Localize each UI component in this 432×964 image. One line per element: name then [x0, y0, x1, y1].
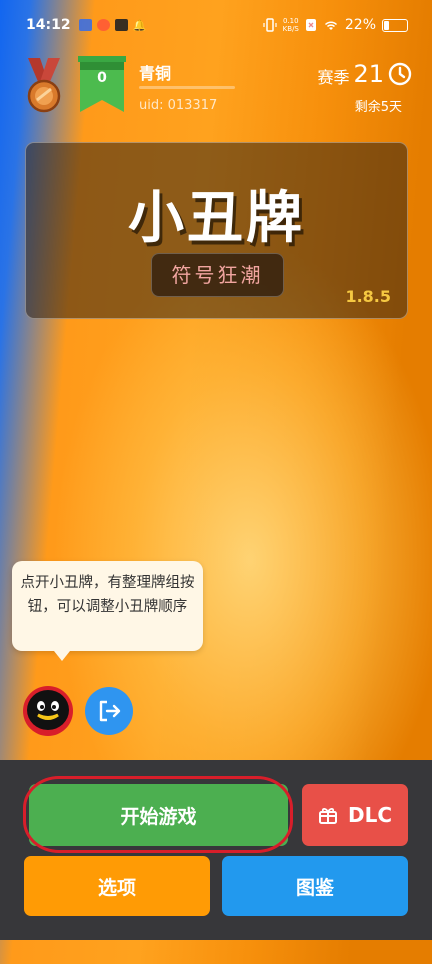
game-subtitle: 符号狂潮 — [151, 253, 284, 297]
status-time: 14:12 — [26, 17, 71, 33]
weibo-icon — [96, 18, 110, 31]
season-remaining: 剩余5天 — [354, 100, 402, 115]
battery-icon — [382, 18, 408, 32]
rank-number: 0 — [97, 70, 107, 86]
wifi-icon — [324, 21, 337, 30]
battery-text: 22% — [344, 17, 376, 33]
tiktok-icon — [114, 18, 128, 31]
net-speed: 0.10 KB/S — [282, 17, 299, 33]
app-notification-icon — [78, 18, 92, 31]
season-label: 赛季 — [317, 68, 350, 87]
vibrate-icon — [263, 18, 277, 32]
dlc-label: DLC — [347, 803, 393, 827]
season-number: 21 — [353, 60, 384, 88]
status-indicators: 0.10 KB/S 22% — [263, 17, 408, 33]
bronze-medal-icon[interactable] — [24, 56, 64, 114]
gallery-button[interactable]: 图鉴 — [222, 856, 408, 916]
profile-header: 0 青铜 uid: 013317 赛季 21 剩余5天 — [22, 56, 412, 120]
version-label: 1.8.5 — [345, 287, 391, 306]
tip-bubble: 点开小丑牌，有整理牌组按钮，可以调整小丑牌顺序 — [12, 561, 203, 661]
status-bar: 14:12 🔔 0.10 KB/S 22% — [0, 0, 432, 50]
logout-button[interactable] — [85, 687, 133, 735]
highlight-ring — [23, 776, 293, 853]
season-indicator[interactable]: 赛季 21 — [317, 60, 412, 88]
options-button[interactable]: 选项 — [24, 856, 210, 916]
sim-icon — [305, 19, 316, 31]
title-card: 小丑牌 符号狂潮 1.8.5 — [25, 142, 408, 319]
dlc-button[interactable]: DLC — [302, 784, 408, 846]
logout-icon — [99, 700, 121, 722]
bell-icon: 🔔 — [132, 18, 147, 32]
clock-icon — [388, 62, 412, 86]
notification-icons: 🔔 — [78, 18, 147, 32]
qq-penguin-icon[interactable] — [23, 686, 73, 736]
rank-name: 青铜 — [139, 64, 172, 83]
gift-icon — [318, 807, 337, 824]
game-title: 小丑牌 — [128, 186, 305, 251]
rank-progress-bar — [139, 86, 235, 89]
user-id: uid: 013317 — [139, 98, 218, 113]
